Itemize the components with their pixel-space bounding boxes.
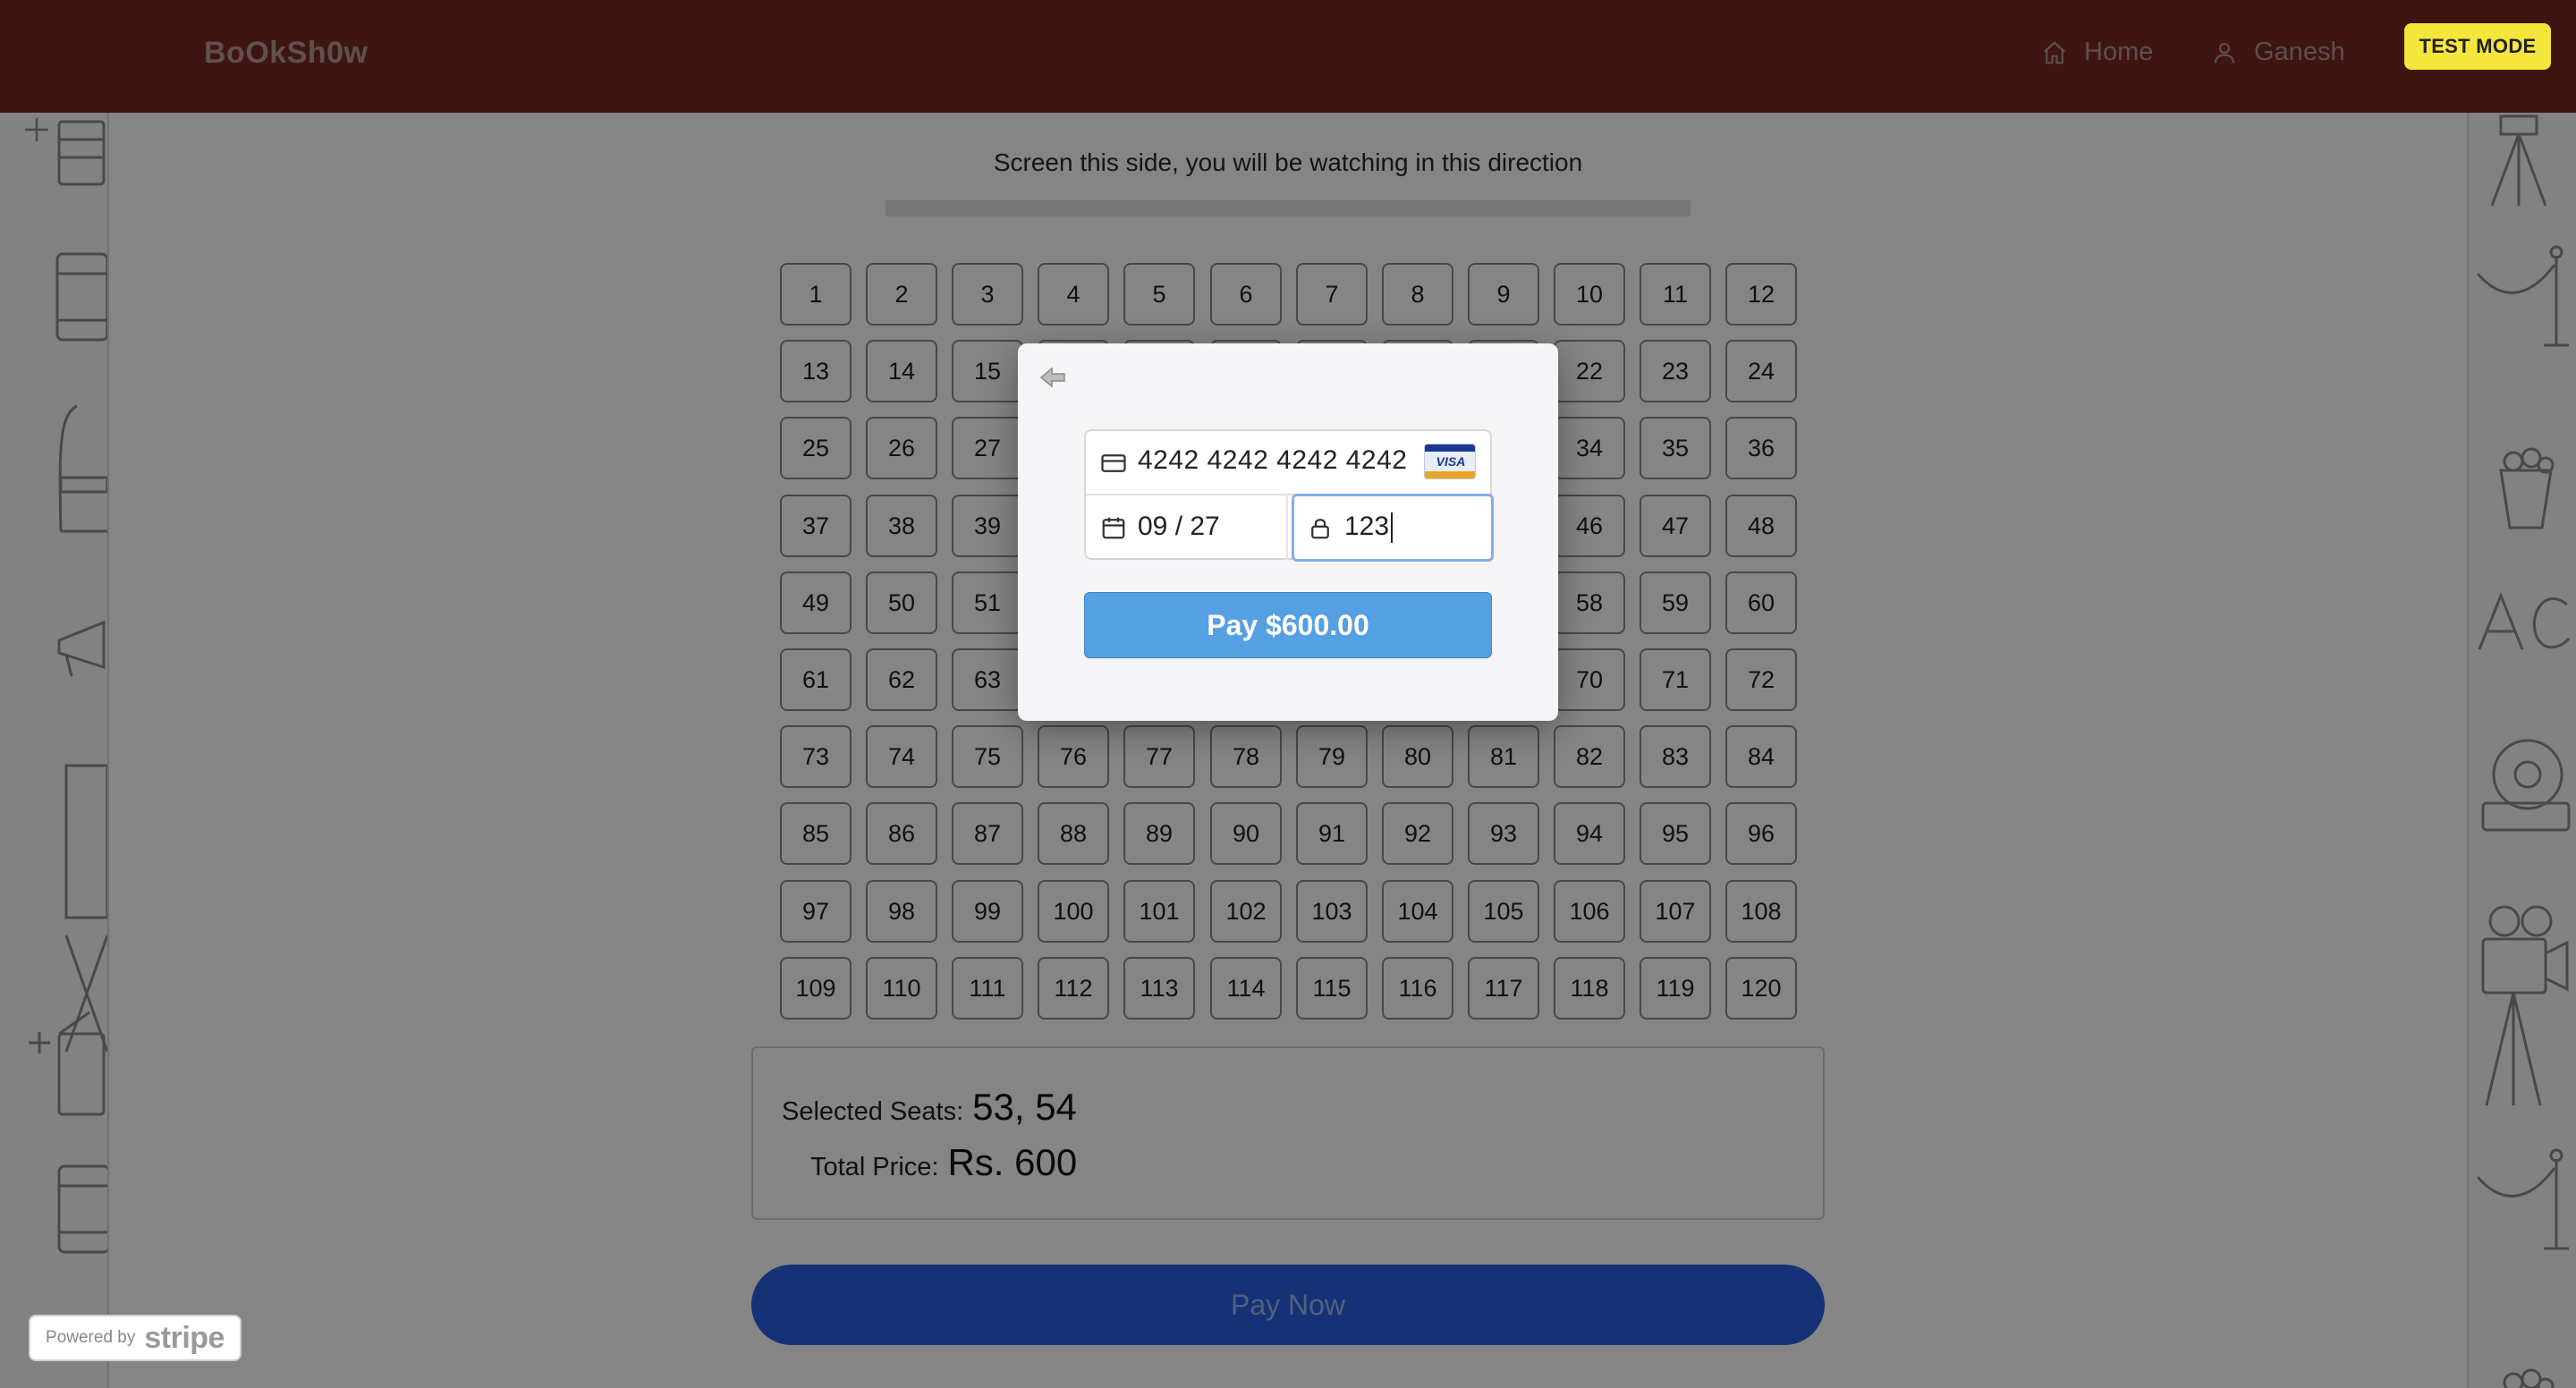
card-number-value: 4242 4242 4242 4242 <box>1138 445 1408 475</box>
stripe-logo: stripe <box>144 1320 225 1355</box>
test-mode-badge: TEST MODE <box>2404 23 2551 70</box>
checkout-pay-button[interactable]: Pay $600.00 <box>1084 592 1492 658</box>
card-number-field[interactable]: 4242 4242 4242 4242 VISA <box>1086 431 1490 495</box>
credit-card-icon <box>1101 454 1126 472</box>
calendar-icon <box>1102 517 1125 539</box>
visa-card-icon: VISA <box>1424 444 1476 479</box>
stripe-checkout-modal: 4242 4242 4242 4242 VISA 09 / 27 123 Pay… <box>1018 343 1558 721</box>
powered-by-stripe-badge[interactable]: Powered by stripe <box>29 1315 242 1361</box>
back-button[interactable] <box>1036 361 1070 394</box>
expiry-field[interactable]: 09 / 27 <box>1086 495 1288 560</box>
lock-icon <box>1311 519 1329 539</box>
back-arrow-icon <box>1039 367 1065 388</box>
cvc-value: 123 <box>1344 512 1394 544</box>
expiry-value: 09 / 27 <box>1138 512 1220 541</box>
powered-by-label: Powered by <box>46 1328 136 1347</box>
text-cursor <box>1391 512 1394 544</box>
card-details-form: 4242 4242 4242 4242 VISA 09 / 27 123 <box>1084 429 1494 562</box>
cvc-field[interactable]: 123 <box>1292 494 1494 562</box>
visa-brand-label: VISA <box>1436 454 1466 469</box>
